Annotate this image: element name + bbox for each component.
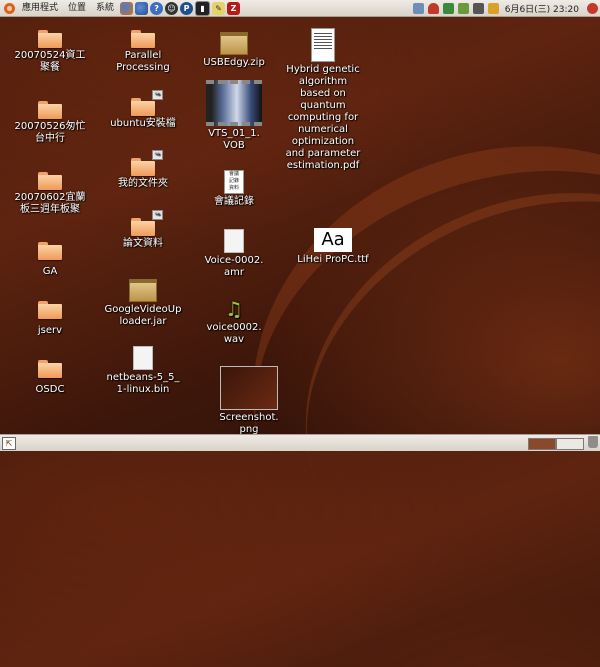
file-voice-amr[interactable]: Voice-0002. amr xyxy=(188,229,280,279)
folder-icon xyxy=(38,242,62,260)
file-meeting-notes[interactable]: 會議 記錄 資料 會議記錄 xyxy=(188,170,280,208)
folder-icon xyxy=(131,30,155,48)
firefox-icon[interactable] xyxy=(120,1,134,15)
icon-label: voice0002. wav xyxy=(206,322,262,345)
pidgin-icon[interactable]: ☺ xyxy=(165,1,179,15)
places-menu[interactable]: 位置 xyxy=(63,0,91,16)
file-screenshot-png[interactable]: Screenshot. png xyxy=(203,366,295,436)
icon-label: LiHei ProPC.ttf xyxy=(297,254,369,265)
clock[interactable]: 6月6日(三) 23:20 xyxy=(501,2,585,15)
icon-label: OSDC xyxy=(35,384,65,395)
icon-label: ubuntu安裝檔 xyxy=(110,118,176,129)
file-googlevideouploader-jar[interactable]: GoogleVideoUp loader.jar xyxy=(97,279,189,328)
icon-label: Voice-0002. amr xyxy=(204,255,264,278)
folder-link-icon: ↪ xyxy=(131,210,163,236)
system-tray: 6月6日(三) 23:20 xyxy=(411,0,600,16)
icon-label: Screenshot. png xyxy=(219,412,279,435)
file-voice-wav[interactable]: ♫ voice0002. wav xyxy=(188,298,280,346)
editor-icon[interactable]: ✎ xyxy=(212,1,226,15)
folder-icon xyxy=(38,360,62,378)
icon-label: jserv xyxy=(37,325,63,336)
pdf-line xyxy=(314,45,332,46)
icon-label: 我的文件夾 xyxy=(118,178,168,189)
terminal-icon[interactable]: ▮ xyxy=(195,0,211,16)
archive-icon xyxy=(220,32,248,55)
icon-label: 論文資料 xyxy=(123,238,163,249)
icon-label: 20070526匆忙 台中行 xyxy=(14,121,86,144)
link-emblem-icon: ↪ xyxy=(152,150,163,160)
power-icon[interactable] xyxy=(587,2,598,14)
folder-ubuntu-installers[interactable]: ↪ ubuntu安裝檔 xyxy=(97,90,189,130)
workspace-2[interactable] xyxy=(556,438,584,450)
folder-ga[interactable]: GA xyxy=(4,242,96,278)
thunderbird-icon[interactable] xyxy=(135,1,149,15)
pdf-line xyxy=(314,36,332,37)
link-emblem-icon: ↪ xyxy=(152,210,163,220)
icon-label: netbeans-5_5_ 1-linux.bin xyxy=(106,372,180,395)
workspace-1[interactable] xyxy=(528,438,556,450)
folder-20070526[interactable]: 20070526匆忙 台中行 xyxy=(4,101,96,145)
folder-icon xyxy=(38,172,62,190)
generic-file-icon xyxy=(224,229,244,253)
show-desktop-icon[interactable]: ⇱ xyxy=(2,437,16,450)
video-thumbnail xyxy=(206,80,262,126)
document-icon: 會議 記錄 資料 xyxy=(224,170,244,194)
pdf-line xyxy=(314,33,332,34)
battery-icon[interactable] xyxy=(457,2,469,14)
font-icon: Aa xyxy=(314,228,352,252)
folder-icon xyxy=(38,301,62,319)
icon-label: Parallel Processing xyxy=(116,50,170,73)
pdf-line xyxy=(314,39,332,40)
ubuntu-logo-icon[interactable] xyxy=(4,2,15,14)
help-icon[interactable]: ? xyxy=(150,1,164,15)
flag-icon[interactable] xyxy=(487,2,499,14)
network-icon[interactable] xyxy=(412,2,424,14)
archive-icon xyxy=(129,279,157,302)
file-lihei-ttf[interactable]: Aa LiHei ProPC.ttf xyxy=(287,228,379,266)
folder-link-icon: ↪ xyxy=(131,90,163,116)
folder-link-icon: ↪ xyxy=(131,150,163,176)
folder-my-documents[interactable]: ↪ 我的文件夾 xyxy=(97,150,189,190)
icon-label: GA xyxy=(42,266,58,277)
folder-icon xyxy=(38,30,62,48)
folder-thesis-materials[interactable]: ↪ 論文資料 xyxy=(97,210,189,250)
trash-icon[interactable] xyxy=(588,436,598,448)
p-app-icon[interactable]: P xyxy=(180,1,194,15)
pdf-thumbnail xyxy=(311,28,335,62)
applications-menu[interactable]: 應用程式 xyxy=(17,0,63,16)
folder-jserv[interactable]: jserv xyxy=(4,301,96,337)
filezilla-icon[interactable]: Z xyxy=(227,1,241,15)
wallpaper-swoosh-2 xyxy=(244,124,600,666)
music-note-icon: ♫ xyxy=(225,297,243,321)
volume-icon[interactable] xyxy=(472,2,484,14)
update-icon[interactable] xyxy=(442,2,454,14)
file-vts-vob[interactable]: VTS_01_1. VOB xyxy=(188,80,280,152)
icon-label: 20070602宜蘭 板三週年板聚 xyxy=(14,192,86,215)
folder-20070524[interactable]: 20070524資工 聚餐 xyxy=(4,30,96,74)
link-emblem-icon: ↪ xyxy=(152,90,163,100)
folder-icon xyxy=(38,101,62,119)
icon-label: 20070524資工 聚餐 xyxy=(14,50,86,73)
system-menu[interactable]: 系統 xyxy=(91,0,119,16)
top-panel: 應用程式 位置 系統 ? ☺ P ▮ ✎ Z 6月6日(三) 23:20 xyxy=(0,0,600,17)
shield-icon[interactable] xyxy=(427,2,439,14)
pdf-line xyxy=(314,42,332,43)
icon-label: GoogleVideoUp loader.jar xyxy=(104,304,182,327)
file-hybrid-genetic-pdf[interactable]: Hybrid genetic algorithm based on quantu… xyxy=(277,28,369,172)
icon-label: 會議記錄 xyxy=(214,196,254,207)
folder-osdc[interactable]: OSDC xyxy=(4,360,96,396)
image-thumbnail xyxy=(220,366,278,410)
icon-label: VTS_01_1. VOB xyxy=(208,128,260,151)
bottom-panel: ⇱ xyxy=(0,434,600,451)
generic-file-icon xyxy=(133,346,153,370)
folder-20070602[interactable]: 20070602宜蘭 板三週年板聚 xyxy=(4,172,96,216)
icon-label: USBEdgy.zip xyxy=(203,57,265,68)
file-netbeans-bin[interactable]: netbeans-5_5_ 1-linux.bin xyxy=(97,346,189,396)
file-usbedgy-zip[interactable]: USBEdgy.zip xyxy=(188,32,280,69)
pdf-line xyxy=(314,48,332,49)
icon-label: Hybrid genetic algorithm based on quantu… xyxy=(285,64,361,171)
folder-parallel-processing[interactable]: Parallel Processing xyxy=(97,30,189,74)
